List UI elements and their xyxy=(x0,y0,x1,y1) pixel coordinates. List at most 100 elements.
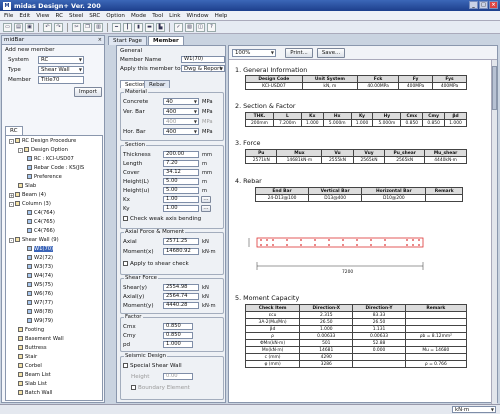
tree-node[interactable]: C4(765) xyxy=(27,219,55,225)
menu-link[interactable]: Link xyxy=(169,13,180,19)
new-file-icon[interactable]: ▭ xyxy=(3,22,12,32)
tree-node[interactable]: Stair xyxy=(18,354,37,360)
tree-node[interactable]: W7(77) xyxy=(27,300,53,306)
weak-axis-check[interactable]: Check weak axis bending xyxy=(123,216,201,222)
column-icon[interactable]: ┃ xyxy=(123,22,132,32)
apply-shear-checkbox[interactable] xyxy=(123,261,128,266)
axial-y-input[interactable]: 2564.74 xyxy=(163,293,199,300)
member-input[interactable]: Title70 xyxy=(38,76,84,84)
tree-node[interactable]: Buttress xyxy=(18,345,47,351)
moment-y-input[interactable]: 4440.28 xyxy=(163,302,199,309)
maximize-button[interactable]: □ xyxy=(479,1,488,9)
zoom-select[interactable]: 100% xyxy=(232,49,276,57)
wall-icon[interactable]: ▮ xyxy=(134,22,143,32)
cmx-input[interactable]: 0.850 xyxy=(163,323,193,330)
paste-icon[interactable]: ▥ xyxy=(94,22,103,32)
menu-help[interactable]: Help xyxy=(215,13,228,19)
drawing-icon[interactable]: ◫ xyxy=(196,22,205,32)
import-button[interactable]: Import xyxy=(74,87,102,97)
tree-expand-icon[interactable]: - xyxy=(9,139,14,144)
menu-option[interactable]: Option xyxy=(106,13,125,19)
tree-node[interactable]: W3(73) xyxy=(27,264,53,270)
redo-icon[interactable]: ↷ xyxy=(54,22,63,32)
kx-input[interactable]: 1.00 xyxy=(163,196,199,203)
tree-node[interactable]: RC : KCI-USD07 xyxy=(27,156,74,162)
tree-node[interactable]: Batch Wall xyxy=(18,390,52,396)
tree-node[interactable]: - RC Design Procedure xyxy=(9,138,76,144)
undo-icon[interactable]: ↶ xyxy=(43,22,52,32)
cut-icon[interactable]: ✂ xyxy=(72,22,81,32)
concrete-select[interactable]: 40 xyxy=(163,98,199,105)
tree-node[interactable]: W2(72) xyxy=(27,255,53,261)
ky-input[interactable]: 1.00 xyxy=(163,205,199,212)
beam-icon[interactable]: ━ xyxy=(112,22,121,32)
tree-expand-icon[interactable]: - xyxy=(9,202,14,207)
tree-node[interactable]: Preference xyxy=(27,174,62,180)
system-select[interactable]: RC xyxy=(38,56,84,64)
axial-input[interactable]: 2571.25 xyxy=(163,238,199,245)
tree-node[interactable]: - Shear Wall (9) xyxy=(9,237,59,243)
tree-node[interactable]: Slab List xyxy=(18,381,47,387)
tree-node[interactable]: W6(76) xyxy=(27,291,53,297)
hbar-select[interactable]: 400 xyxy=(163,128,199,135)
scrollbar-thumb[interactable] xyxy=(492,66,497,110)
tab-start-page[interactable]: Start Page xyxy=(108,36,147,45)
weak-axis-checkbox[interactable] xyxy=(123,216,128,221)
vbar-select[interactable]: 400 xyxy=(163,108,199,115)
menu-window[interactable]: Window xyxy=(187,13,209,19)
shear-y-input[interactable]: 2554.98 xyxy=(163,284,199,291)
menu-edit[interactable]: Edit xyxy=(19,13,30,19)
height-u-input[interactable]: 5.00 xyxy=(163,187,199,194)
report-icon[interactable]: ▧ xyxy=(185,22,194,32)
tree-expand-icon[interactable]: - xyxy=(9,238,14,243)
report-scrollbar[interactable] xyxy=(491,60,497,404)
menu-src[interactable]: SRC xyxy=(89,13,100,19)
menu-view[interactable]: View xyxy=(36,13,49,19)
menu-steel[interactable]: Steel xyxy=(69,13,83,19)
type-select[interactable]: Shear Wall xyxy=(38,66,84,74)
tree-node[interactable]: W1(70) xyxy=(27,246,54,252)
kx-calc-button[interactable]: … xyxy=(201,196,211,203)
cover-input[interactable]: 34.12 xyxy=(163,169,199,176)
check-icon[interactable]: ✓ xyxy=(174,22,183,32)
menu-tool[interactable]: Tool xyxy=(152,13,163,19)
tree-node[interactable]: Rebar Code : KS(JIS xyxy=(27,165,84,171)
close-button[interactable]: × xyxy=(489,1,498,9)
menu-mode[interactable]: Mode xyxy=(131,13,146,19)
height-l-input[interactable]: 5.00 xyxy=(163,178,199,185)
ky-calc-button[interactable]: … xyxy=(201,205,211,212)
tree-node[interactable]: + Beam (4) xyxy=(9,192,46,198)
tree-expand-icon[interactable]: - xyxy=(18,148,23,153)
help-icon[interactable]: ? xyxy=(207,22,216,32)
open-folder-icon[interactable]: ▤ xyxy=(14,22,23,32)
tab-rebar[interactable]: Rebar xyxy=(144,80,171,88)
apply-shear-check[interactable]: Apply to shear check xyxy=(123,261,189,267)
print-button[interactable]: Print... xyxy=(285,48,313,58)
cmy-input[interactable]: 0.850 xyxy=(163,332,193,339)
length-input[interactable]: 7.20 xyxy=(163,160,199,167)
tree-node[interactable]: - Column (3) xyxy=(9,201,51,207)
menu-rc[interactable]: RC xyxy=(56,13,64,19)
pd-input[interactable]: 1.000 xyxy=(163,341,193,348)
tree-node[interactable]: Corbel xyxy=(18,363,42,369)
menu-file[interactable]: File xyxy=(4,13,13,19)
special-wall-check[interactable]: Special Shear Wall xyxy=(123,363,182,369)
tree-node[interactable]: - Design Option xyxy=(18,147,68,153)
save-icon[interactable]: ▣ xyxy=(25,22,34,32)
tree-expand-icon[interactable]: + xyxy=(9,193,14,198)
tab-rc[interactable]: RC xyxy=(5,126,23,135)
tree-node[interactable]: Footing xyxy=(18,327,44,333)
save-report-button[interactable]: Save... xyxy=(317,48,345,58)
slab-icon[interactable]: ▬ xyxy=(145,22,154,32)
member-name-input[interactable]: W1(70) xyxy=(181,56,225,63)
special-wall-checkbox[interactable] xyxy=(123,363,128,368)
apply-member-select[interactable]: Dwg & Report xyxy=(181,65,225,72)
tree-node[interactable]: W9(79) xyxy=(27,318,53,324)
unit-select[interactable]: kN·m xyxy=(452,406,496,413)
tree-node[interactable]: Slab xyxy=(18,183,36,189)
minimize-button[interactable]: _ xyxy=(469,1,478,9)
moment-x-input[interactable]: 14680.92 xyxy=(163,248,199,255)
tree-node[interactable]: C4(764) xyxy=(27,210,55,216)
tree-node[interactable]: Basement Wall xyxy=(18,336,64,342)
tree-node[interactable]: W4(74) xyxy=(27,273,53,279)
